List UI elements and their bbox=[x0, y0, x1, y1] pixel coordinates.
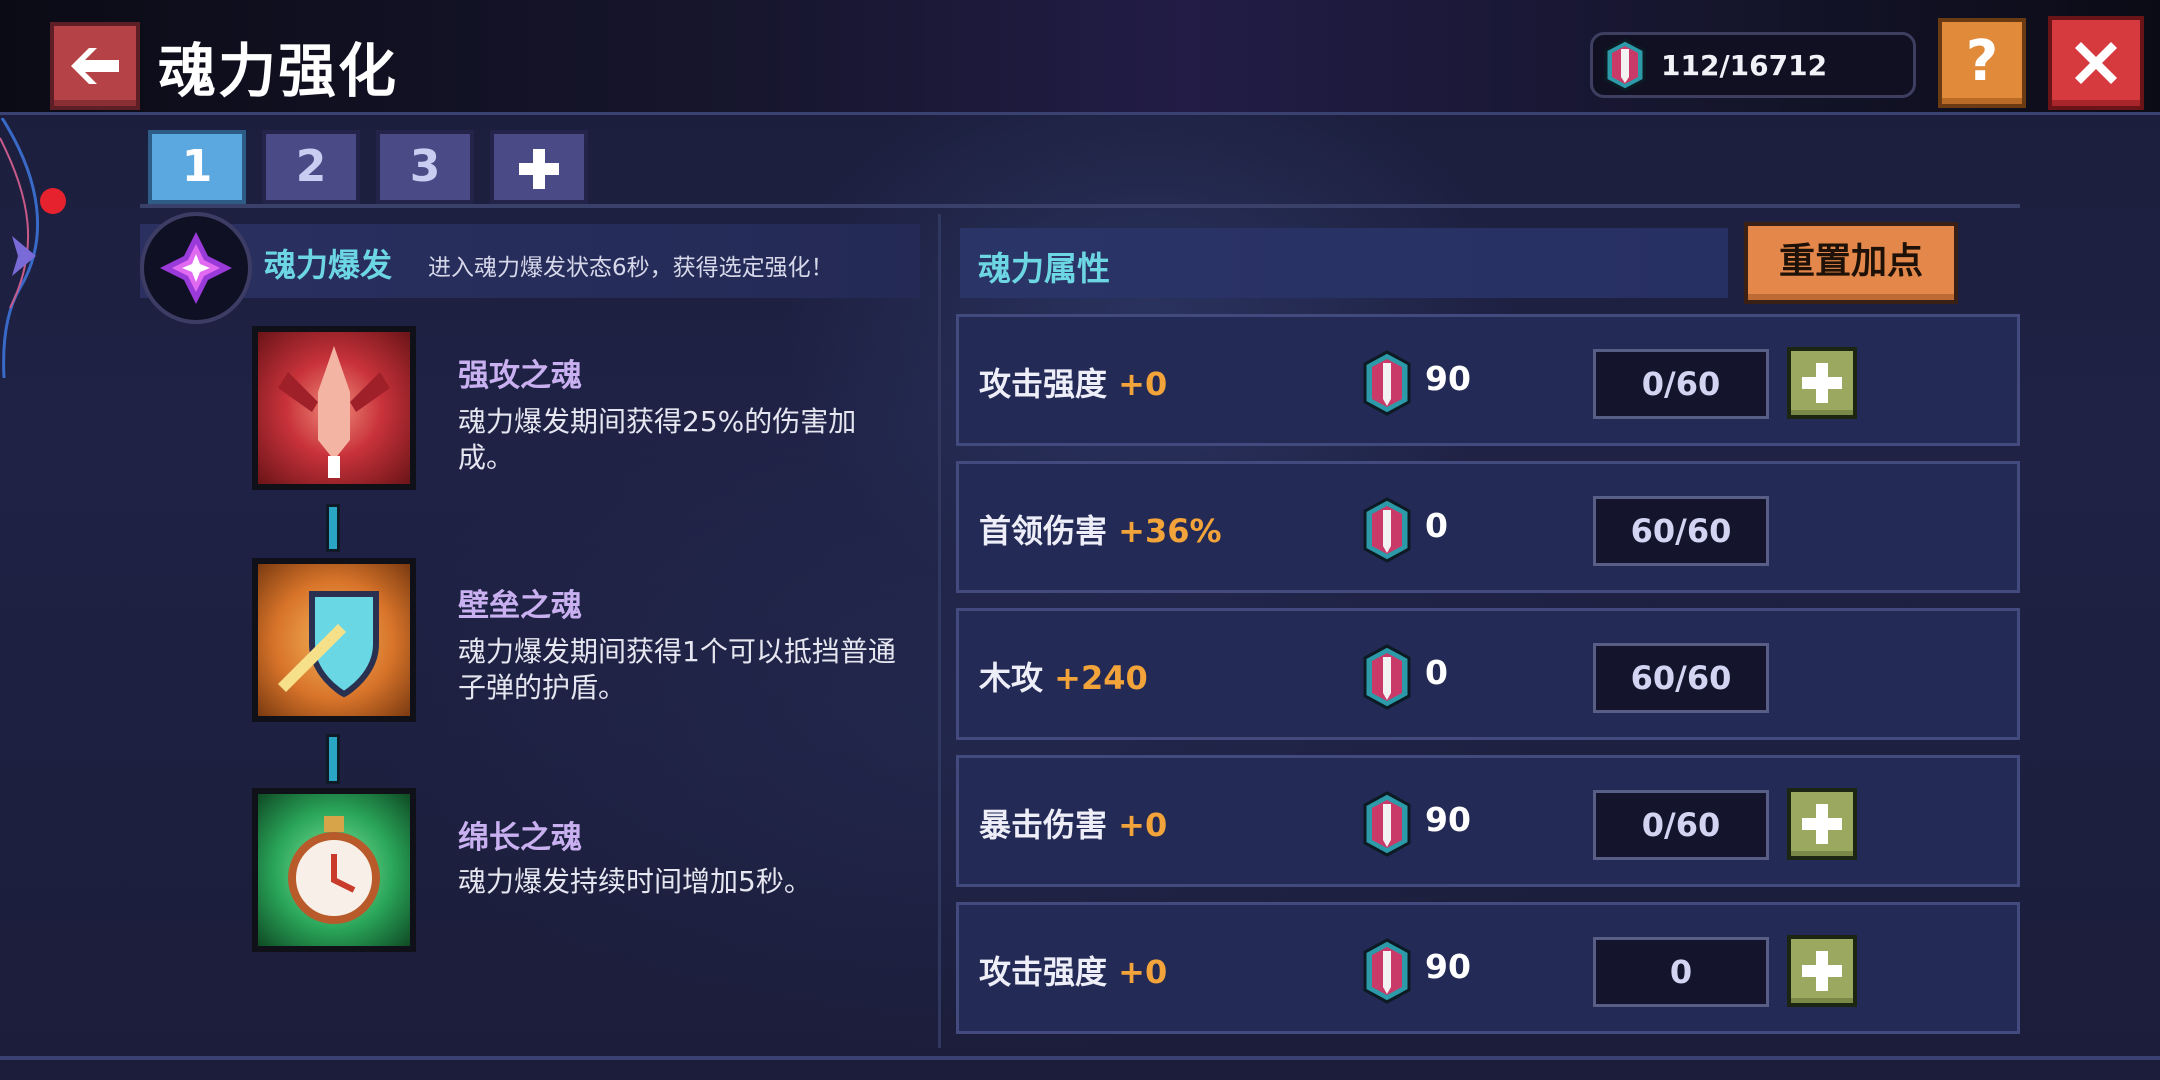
upgrade-cost: 90 bbox=[1425, 800, 1471, 839]
help-button[interactable]: ? bbox=[1938, 18, 2026, 108]
soul-gem-icon bbox=[1363, 791, 1411, 857]
soul-gem-icon bbox=[1363, 350, 1411, 416]
attribute-bonus: +0 bbox=[1118, 365, 1168, 403]
soul-burst-icon bbox=[140, 212, 252, 324]
attribute-level: 60/60 bbox=[1593, 643, 1769, 713]
stopwatch-soul-icon[interactable] bbox=[252, 788, 416, 952]
plus-icon bbox=[1802, 804, 1842, 844]
reset-points-button[interactable]: 重置加点 bbox=[1744, 222, 1958, 304]
attribute-row: 攻击强度 +0 90 0 bbox=[956, 902, 2020, 1034]
attributes-title: 魂力属性 bbox=[978, 249, 1110, 288]
upgrade-cost: 0 bbox=[1425, 653, 1448, 692]
close-icon bbox=[2075, 42, 2117, 84]
attribute-bonus: +36% bbox=[1118, 512, 1222, 550]
attribute-bonus: +0 bbox=[1118, 806, 1168, 844]
add-tab-button[interactable] bbox=[490, 130, 588, 204]
close-button[interactable] bbox=[2048, 16, 2144, 110]
attribute-level: 60/60 bbox=[1593, 496, 1769, 566]
skill-name: 绵长之魂 bbox=[458, 820, 582, 856]
add-point-button[interactable] bbox=[1787, 788, 1857, 860]
attribute-level: 0 bbox=[1593, 937, 1769, 1007]
plus-icon bbox=[1802, 951, 1842, 991]
plus-icon bbox=[1802, 363, 1842, 403]
attribute-bonus: +240 bbox=[1054, 659, 1148, 697]
question-icon: ? bbox=[1965, 29, 1999, 94]
chevron-right-icon[interactable] bbox=[10, 234, 38, 278]
upgrade-cost: 0 bbox=[1425, 506, 1448, 545]
skill-description: 魂力爆发持续时间增加5秒。 bbox=[458, 865, 812, 898]
tab-1[interactable]: 1 bbox=[148, 130, 246, 204]
currency-value: 112/16712 bbox=[1661, 49, 1828, 82]
soul-currency-display: 112/16712 bbox=[1590, 32, 1916, 98]
burst-title: 魂力爆发 bbox=[264, 246, 393, 284]
attribute-row: 攻击强度 +0 90 0/60 bbox=[956, 314, 2020, 446]
skill-connector bbox=[326, 734, 340, 784]
column-divider bbox=[938, 214, 941, 1048]
plus-icon bbox=[519, 149, 559, 189]
attribute-level: 0/60 bbox=[1593, 790, 1769, 860]
attribute-name: 木攻 +240 bbox=[979, 659, 1148, 697]
burst-description: 进入魂力爆发状态6秒，获得选定强化！ bbox=[428, 255, 834, 281]
skill-name: 强攻之魂 bbox=[458, 358, 582, 394]
add-point-button[interactable] bbox=[1787, 347, 1857, 419]
attribute-level: 0/60 bbox=[1593, 349, 1769, 419]
soul-gem-icon bbox=[1363, 497, 1411, 563]
attribute-name: 暴击伤害 +0 bbox=[979, 806, 1168, 844]
attribute-row: 首领伤害 +36% 0 60/60 bbox=[956, 461, 2020, 593]
shield-soul-icon[interactable] bbox=[252, 558, 416, 722]
skill-description: 魂力爆发期间获得25%的伤害加成。 bbox=[458, 405, 857, 474]
attribute-row: 暴击伤害 +0 90 0/60 bbox=[956, 755, 2020, 887]
bottom-border bbox=[0, 1056, 2160, 1060]
soul-gem-icon bbox=[1604, 38, 1646, 92]
attack-soul-icon[interactable] bbox=[252, 326, 416, 490]
tab-2[interactable]: 2 bbox=[262, 130, 360, 204]
attribute-name: 攻击强度 +0 bbox=[979, 953, 1168, 991]
back-button[interactable] bbox=[50, 22, 140, 110]
soul-gem-icon bbox=[1363, 938, 1411, 1004]
upgrade-cost: 90 bbox=[1425, 947, 1471, 986]
arrow-left-icon bbox=[71, 48, 119, 84]
upgrade-cost: 90 bbox=[1425, 359, 1471, 398]
add-point-button[interactable] bbox=[1787, 935, 1857, 1007]
crystal-icon bbox=[160, 232, 232, 304]
page-title: 魂力强化 bbox=[158, 37, 399, 105]
tab-3[interactable]: 3 bbox=[376, 130, 474, 204]
skill-description: 魂力爆发期间获得1个可以抵挡普通子弹的护盾。 bbox=[458, 635, 896, 704]
tab-divider bbox=[140, 204, 2020, 208]
skill-name: 壁垒之魂 bbox=[458, 588, 582, 624]
attribute-name: 首领伤害 +36% bbox=[979, 512, 1222, 550]
attribute-bonus: +0 bbox=[1118, 953, 1168, 991]
notification-dot bbox=[40, 188, 66, 214]
attribute-row: 木攻 +240 0 60/60 bbox=[956, 608, 2020, 740]
attribute-name: 攻击强度 +0 bbox=[979, 365, 1168, 403]
soul-gem-icon bbox=[1363, 644, 1411, 710]
skill-connector bbox=[326, 504, 340, 552]
